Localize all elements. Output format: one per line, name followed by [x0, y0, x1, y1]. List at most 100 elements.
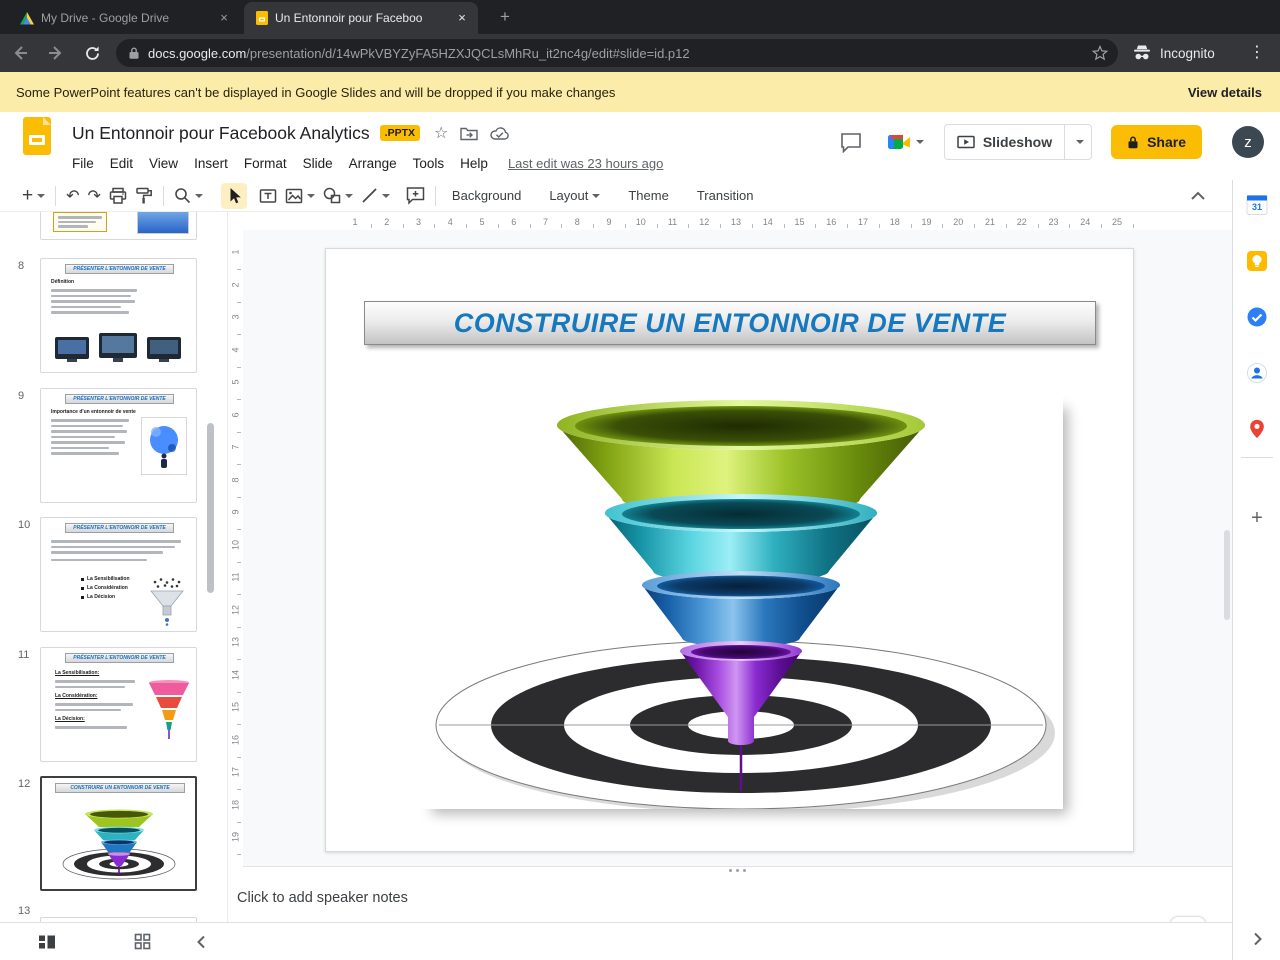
account-avatar[interactable]: z [1232, 126, 1264, 158]
slideshow-button[interactable]: Slideshow [943, 124, 1093, 160]
get-addons-button[interactable]: + [1246, 508, 1268, 530]
ruler-number: 15 [230, 702, 241, 713]
slide-number: 10 [18, 519, 31, 531]
slide-thumbnail-12[interactable]: CONSTRUIRE UN ENTONNOIR DE VENTE [40, 776, 197, 891]
ruler-tick [370, 224, 372, 228]
select-tool[interactable] [220, 182, 247, 209]
tab-close-icon[interactable]: × [216, 10, 232, 26]
layout-button[interactable]: Layout [539, 183, 610, 208]
ruler-number: 2 [230, 282, 241, 288]
menu-slide[interactable]: Slide [295, 156, 341, 171]
ruler-number: 1 [230, 249, 241, 255]
last-edit-link[interactable]: Last edit was 23 hours ago [508, 156, 663, 171]
reload-icon[interactable] [76, 37, 108, 69]
print-icon[interactable] [105, 183, 131, 209]
banner-message: Some PowerPoint features can't be displa… [16, 84, 616, 100]
speaker-notes-placeholder[interactable]: Click to add speaker notes [237, 890, 408, 906]
bookmark-star-icon[interactable] [1092, 45, 1108, 61]
ruler-number: 13 [230, 637, 241, 648]
filmstrip-view-icon[interactable] [38, 934, 56, 950]
tab-close-icon[interactable]: × [454, 10, 470, 26]
move-folder-icon[interactable] [460, 126, 479, 141]
menu-format[interactable]: Format [236, 156, 295, 171]
toolbar-separator [434, 185, 436, 206]
keep-icon[interactable] [1246, 250, 1268, 272]
browser-tab-drive[interactable]: My Drive - Google Drive × [8, 2, 240, 34]
insert-shape-tool[interactable] [319, 183, 357, 209]
file-type-badge: .PPTX [379, 125, 421, 141]
slideshow-dropdown[interactable] [1065, 140, 1091, 144]
star-document-icon[interactable]: ☆ [434, 123, 448, 143]
transition-button[interactable]: Transition [687, 183, 764, 208]
meet-button[interactable] [886, 132, 924, 152]
slideshow-main[interactable]: Slideshow [945, 134, 1064, 150]
share-button[interactable]: Share [1111, 125, 1202, 159]
tasks-icon[interactable] [1246, 306, 1268, 328]
filmstrip-scrollbar[interactable] [207, 423, 214, 593]
expand-side-panel-icon[interactable] [1246, 928, 1268, 950]
browser-menu-icon[interactable]: ⋮ [1248, 45, 1266, 61]
maps-icon[interactable] [1246, 418, 1268, 440]
menu-view[interactable]: View [141, 156, 186, 171]
address-bar[interactable]: docs.google.com/presentation/d/14wPkVBYZ… [116, 39, 1118, 67]
slide-thumbnail-9[interactable]: PRÉSENTER L'ENTONNOIR DE VENTE Importanc… [40, 388, 197, 503]
background-button[interactable]: Background [442, 183, 531, 208]
menu-edit[interactable]: Edit [102, 156, 141, 171]
redo-icon[interactable]: ↷ [84, 183, 105, 209]
slide-thumbnail-10[interactable]: PRÉSENTER L'ENTONNOIR DE VENTE La Sensib… [40, 517, 197, 632]
menu-insert[interactable]: Insert [186, 156, 236, 171]
contacts-icon[interactable] [1246, 362, 1268, 384]
insert-image-tool[interactable] [281, 183, 319, 209]
slide-thumbnail-7[interactable] [40, 212, 197, 240]
menu-arrange[interactable]: Arrange [341, 156, 405, 171]
ruler-number: 7 [542, 217, 548, 227]
zoom-tool[interactable] [170, 183, 207, 209]
slides-logo-icon[interactable] [22, 116, 52, 156]
ruler-number: 2 [384, 217, 390, 227]
ruler-tick [237, 691, 241, 693]
browser-tab-slides[interactable]: Un Entonnoir pour Faceboo × [244, 2, 478, 34]
view-details-button[interactable]: View details [1188, 85, 1262, 100]
thumb9-text: Importance d'un entonnoir de vente [51, 409, 136, 458]
document-title[interactable]: Un Entonnoir pour Facebook Analytics [72, 123, 370, 144]
grid-view-icon[interactable] [134, 933, 151, 950]
tab-title: Un Entonnoir pour Faceboo [275, 11, 423, 25]
comment-history-icon[interactable] [840, 132, 862, 153]
calendar-icon[interactable]: 31 [1246, 194, 1268, 216]
thumb11-funnel-image [147, 680, 191, 742]
paint-format-icon[interactable] [131, 183, 157, 209]
menu-tools[interactable]: Tools [405, 156, 453, 171]
slide-thumbnail-11[interactable]: PRÉSENTER L'ENTONNOIR DE VENTE La Sensib… [40, 647, 197, 762]
menu-help[interactable]: Help [452, 156, 496, 171]
theme-button[interactable]: Theme [618, 183, 678, 208]
thumb7-text-box [53, 212, 107, 232]
back-icon[interactable] [4, 37, 36, 69]
canvas-scrollbar[interactable] [1224, 530, 1230, 620]
collapse-filmstrip-icon[interactable] [197, 935, 206, 949]
slide-number: 8 [18, 260, 25, 272]
ruler-number: 16 [826, 217, 837, 227]
insert-line-tool[interactable] [357, 183, 394, 209]
new-tab-button[interactable]: + [494, 7, 516, 29]
ruler-tick [237, 301, 241, 303]
current-slide[interactable]: CONSTRUIRE UN ENTONNOIR DE VENTE [325, 248, 1134, 852]
ruler-number: 9 [606, 217, 612, 227]
slide-title-box[interactable]: CONSTRUIRE UN ENTONNOIR DE VENTE [364, 301, 1096, 345]
speaker-notes[interactable]: Click to add speaker notes [228, 874, 1232, 922]
cloud-status-icon[interactable] [490, 126, 510, 141]
slide-thumbnail-8[interactable]: PRÉSENTER L'ENTONNOIR DE VENTE Définitio… [40, 258, 197, 373]
text-box-tool[interactable] [255, 183, 281, 209]
insert-comment-tool[interactable] [402, 183, 429, 209]
hide-menus-icon[interactable] [1190, 191, 1206, 201]
undo-icon[interactable]: ↶ [62, 183, 83, 209]
url-text: docs.google.com/presentation/d/14wPkVBYZ… [148, 46, 690, 61]
funnel-target-image[interactable] [419, 395, 1063, 809]
tab-title: My Drive - Google Drive [41, 11, 170, 25]
ruler-number: 14 [762, 217, 773, 227]
forward-icon[interactable] [40, 37, 72, 69]
ruler-tick [237, 561, 241, 563]
new-slide-button[interactable]: + [18, 183, 49, 209]
menu-file[interactable]: File [64, 156, 102, 171]
ruler-tick [783, 224, 785, 228]
notes-resize-handle[interactable] [243, 866, 1232, 874]
